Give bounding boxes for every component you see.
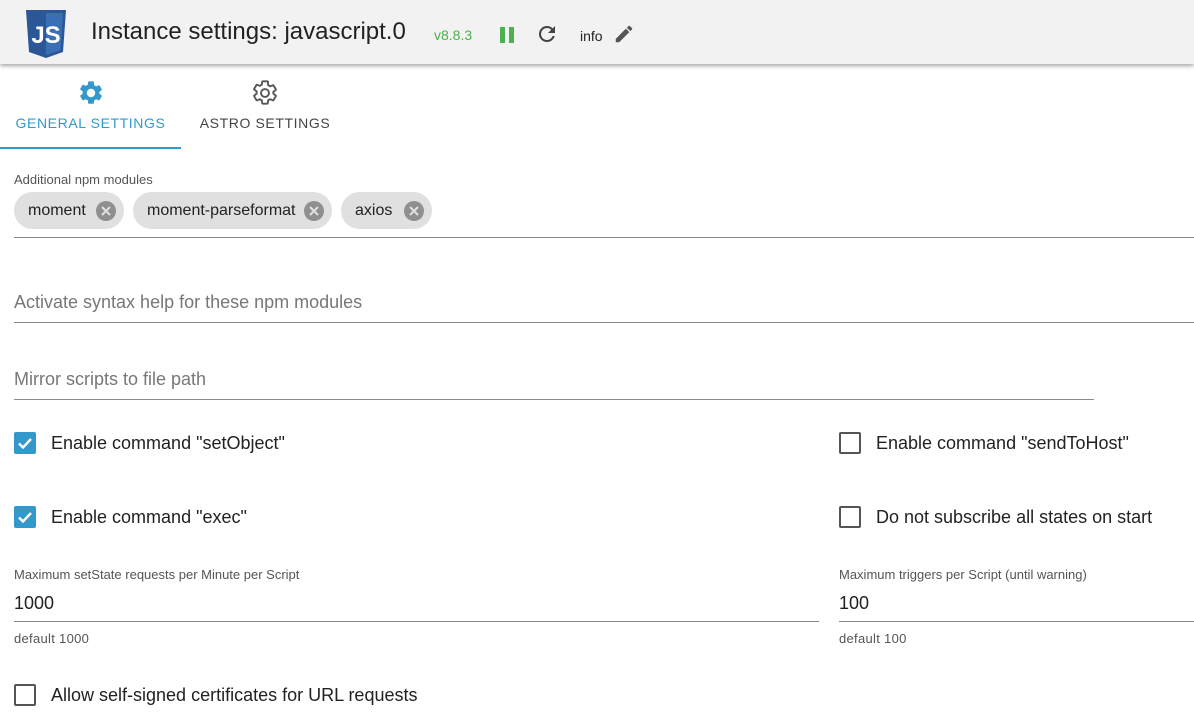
checkbox-no-subscribe[interactable]: Do not subscribe all states on start: [839, 506, 1152, 528]
check-icon: [18, 512, 32, 524]
max-setstate-field: [14, 586, 819, 622]
chip-label: moment-parseformat: [147, 201, 296, 219]
checkbox-checked[interactable]: [14, 432, 36, 454]
settings-tabs: GENERAL SETTINGS ASTRO SETTINGS: [0, 66, 1194, 149]
gear-icon: [79, 81, 102, 104]
max-setstate-label: Maximum setState requests per Minute per…: [14, 567, 300, 582]
checkbox-set-object[interactable]: Enable command "setObject": [14, 432, 285, 454]
syntax-help-field: [14, 283, 1194, 323]
checkbox-exec[interactable]: Enable command "exec": [14, 506, 247, 528]
reload-button[interactable]: [534, 21, 560, 47]
checkbox-checked[interactable]: [14, 506, 36, 528]
gear-outline-icon: [253, 80, 277, 105]
mirror-path-input[interactable]: [14, 360, 1094, 399]
tab-astro-settings[interactable]: ASTRO SETTINGS: [181, 66, 349, 149]
edit-log-level-button[interactable]: [611, 21, 637, 47]
checkbox-self-signed[interactable]: Allow self-signed certificates for URL r…: [14, 684, 417, 706]
reload-icon: [538, 25, 555, 42]
chip-moment: moment: [14, 192, 124, 229]
chip-label: axios: [355, 201, 393, 219]
close-icon: [309, 205, 319, 216]
chip-axios: axios: [341, 192, 432, 229]
log-level-label: info: [580, 28, 603, 44]
chip-remove-button[interactable]: [304, 200, 324, 221]
pencil-icon: [615, 25, 633, 43]
chip-remove-button[interactable]: [404, 200, 424, 221]
checkbox-unchecked[interactable]: [839, 506, 861, 528]
max-triggers-label: Maximum triggers per Script (until warni…: [839, 567, 1087, 582]
javascript-logo: JS: [24, 10, 68, 58]
close-icon: [409, 205, 419, 216]
svg-text:JS: JS: [31, 22, 60, 49]
mirror-path-field: [14, 360, 1094, 400]
checkbox-label: Enable command "setObject": [51, 432, 285, 453]
checkbox-label: Allow self-signed certificates for URL r…: [51, 684, 418, 705]
npm-modules-label: Additional npm modules: [14, 172, 153, 187]
version-badge: v8.8.3: [434, 27, 473, 43]
max-triggers-input[interactable]: [839, 586, 1194, 621]
close-icon: [101, 205, 111, 216]
chip-label: moment: [28, 201, 86, 219]
app-header: JS Instance settings: javascript.0 v8.8.…: [0, 0, 1194, 64]
page-title: Instance settings: javascript.0: [91, 18, 406, 45]
max-triggers-field: [839, 586, 1194, 622]
check-icon: [18, 438, 32, 450]
tab-label: GENERAL SETTINGS: [15, 115, 166, 131]
checkbox-unchecked[interactable]: [14, 684, 36, 706]
checkbox-label: Enable command "sendToHost": [876, 432, 1129, 453]
npm-modules-field[interactable]: moment moment-parseformat axios: [14, 190, 1194, 238]
chip-remove-button[interactable]: [96, 200, 116, 221]
tab-general-settings[interactable]: GENERAL SETTINGS: [0, 66, 181, 149]
checkbox-label: Do not subscribe all states on start: [876, 506, 1153, 527]
checkbox-send-to-host[interactable]: Enable command "sendToHost": [839, 432, 1129, 454]
max-setstate-helper: default 1000: [14, 631, 90, 646]
checkbox-label: Enable command "exec": [51, 506, 247, 527]
syntax-help-input[interactable]: [14, 283, 1194, 322]
tab-label: ASTRO SETTINGS: [199, 115, 331, 131]
max-setstate-input[interactable]: [14, 586, 819, 621]
max-triggers-helper: default 100: [839, 631, 907, 646]
chip-moment-parseformat: moment-parseformat: [133, 192, 332, 229]
pause-button[interactable]: [494, 22, 520, 48]
pause-icon: [500, 27, 514, 43]
checkbox-unchecked[interactable]: [839, 432, 861, 454]
